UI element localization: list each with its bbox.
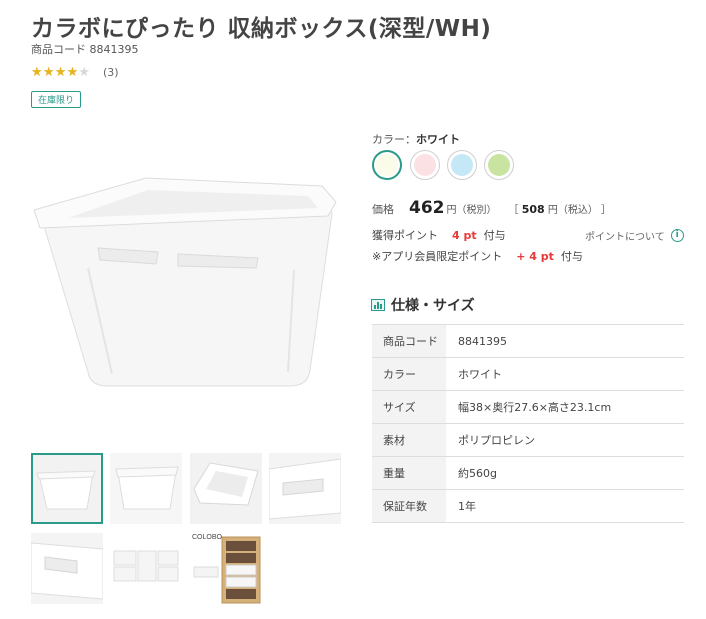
thumbnail-5[interactable] <box>31 533 103 604</box>
info-icon[interactable]: i <box>670 229 684 242</box>
table-row: 保証年数 1年 <box>372 489 684 523</box>
table-row: 素材 ポリプロピレン <box>372 423 684 457</box>
product-code: 商品コード 8841395 <box>31 41 139 57</box>
price-label: 価格 <box>372 203 394 216</box>
rating[interactable]: ★★★★★ ★★★★★ (3) <box>31 66 119 79</box>
thumbnail-4[interactable] <box>269 453 341 524</box>
bar-chart-icon <box>371 299 385 311</box>
table-row: 商品コード 8841395 <box>372 324 684 358</box>
spec-label: 素材 <box>372 423 446 457</box>
thumbnail-6[interactable] <box>110 533 182 604</box>
points-about-link[interactable]: ポイントについて i <box>585 228 684 243</box>
spec-label: 保証年数 <box>372 489 446 523</box>
table-row: サイズ 幅38×奥行27.6×高さ23.1cm <box>372 390 684 424</box>
swatch-pink[interactable] <box>410 150 440 180</box>
app-points-suffix: 付与 <box>560 250 583 263</box>
spec-value: 約560g <box>458 467 497 480</box>
thumbnail-7[interactable]: COLOBO <box>190 533 262 604</box>
spec-label: カラー <box>372 357 446 391</box>
color-label: カラー：ホワイト <box>372 133 460 146</box>
product-code-label: 商品コード <box>31 43 86 56</box>
spec-value: ポリプロピレン <box>458 434 535 447</box>
main-product-image[interactable] <box>28 160 346 400</box>
price-value: 462 <box>409 198 445 218</box>
spec-value: 1年 <box>458 500 476 513</box>
swatch-blue[interactable] <box>447 150 477 180</box>
price-row: 価格 462 円（税別） ［ 508 円（税込） ］ <box>372 198 611 218</box>
swatch-white[interactable] <box>372 150 402 180</box>
selected-color-name: ホワイト <box>416 133 460 146</box>
product-code-value: 8841395 <box>89 43 139 56</box>
stock-badge: 在庫限り <box>31 91 82 108</box>
spec-label: 重量 <box>372 456 446 490</box>
points-label: 獲得ポイント <box>372 229 438 242</box>
points-suffix: 付与 <box>483 229 506 242</box>
spec-table: 商品コード 8841395 カラー ホワイト サイズ 幅38×奥行27.6×高さ23.… <box>372 324 684 523</box>
app-points-value: + 4 pt <box>516 250 554 263</box>
colobo-brand-text: COLOBO <box>192 534 222 541</box>
thumbnail-2[interactable] <box>110 453 182 524</box>
points-row: 獲得ポイント 4 pt 付与 <box>372 227 506 243</box>
app-points-label: ※アプリ会員限定ポイント <box>372 250 503 263</box>
price-incl-value: 508 <box>521 203 545 216</box>
price-incl-tax: ［ 508 円（税込） ］ <box>508 203 612 216</box>
price-unit: 円（税別） <box>446 205 497 216</box>
spec-value: 8841395 <box>458 334 507 348</box>
table-row: 重量 約560g <box>372 456 684 490</box>
swatch-green[interactable] <box>484 150 514 180</box>
thumbnail-3[interactable] <box>190 453 262 524</box>
rating-count[interactable]: (3) <box>103 66 119 79</box>
rating-stars-icon: ★★★★★ ★★★★★ <box>31 65 91 80</box>
spec-value: ホワイト <box>458 368 502 381</box>
product-title: カラボにぴったり 収納ボックス(深型/WH) <box>31 16 492 42</box>
spec-heading: 仕様・サイズ <box>371 295 475 315</box>
spec-label: 商品コード <box>372 324 446 358</box>
points-value: 4 pt <box>452 229 477 242</box>
table-row: カラー ホワイト <box>372 357 684 391</box>
spec-value: 幅38×奥行27.6×高さ23.1cm <box>458 401 612 414</box>
thumbnail-1[interactable] <box>31 453 103 524</box>
spec-label: サイズ <box>372 390 446 424</box>
app-points-row: ※アプリ会員限定ポイント + 4 pt 付与 <box>372 248 583 264</box>
